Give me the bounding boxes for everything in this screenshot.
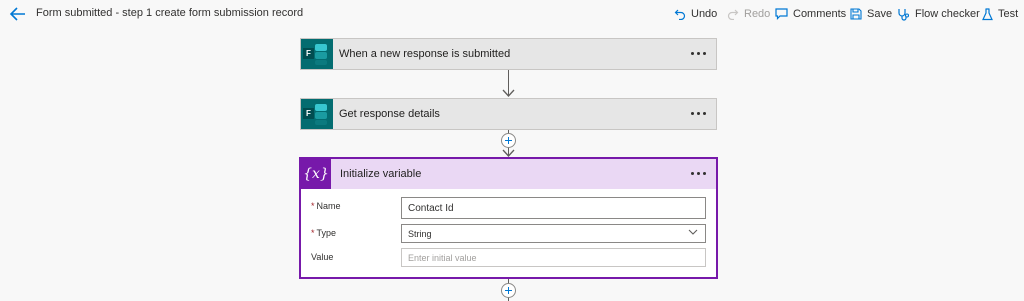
name-field-label: * Name	[311, 201, 341, 211]
type-field-label: * Type	[311, 228, 337, 238]
insert-step-button[interactable]	[501, 133, 516, 148]
required-marker: *	[311, 201, 315, 211]
more-options-icon[interactable]	[691, 52, 706, 55]
redo-button[interactable]: Redo	[727, 6, 770, 22]
comments-icon	[775, 8, 788, 20]
flow-checker-label: Flow checker	[915, 8, 980, 20]
microsoft-forms-icon: F	[301, 39, 333, 69]
comments-label: Comments	[793, 8, 847, 20]
chevron-down-icon	[688, 229, 698, 235]
save-icon	[850, 8, 862, 20]
type-value: String	[408, 228, 432, 239]
flow-title: Form submitted - step 1 create form subm…	[36, 7, 304, 19]
flask-icon	[982, 7, 993, 20]
stethoscope-icon	[898, 8, 910, 21]
undo-label: Undo	[691, 8, 718, 20]
test-button[interactable]: Test	[982, 6, 1018, 22]
trigger-title: When a new response is submitted	[339, 48, 511, 60]
test-label: Test	[998, 8, 1019, 20]
more-options-icon[interactable]	[691, 172, 706, 175]
undo-icon	[674, 9, 686, 20]
value-input[interactable]: Enter initial value	[401, 248, 706, 267]
save-label: Save	[867, 8, 893, 20]
get-response-card[interactable]: F Get response details	[300, 98, 717, 130]
value-field-label: Value	[311, 252, 334, 262]
more-options-icon[interactable]	[691, 112, 706, 115]
initialize-variable-card[interactable]: {x} Initialize variable * Name Contact Id…	[299, 157, 718, 279]
undo-button[interactable]: Undo	[674, 6, 717, 22]
arrow-down-icon	[502, 149, 515, 157]
name-input[interactable]: Contact Id	[401, 197, 706, 219]
save-button[interactable]: Save	[850, 6, 892, 22]
required-marker: *	[311, 228, 315, 238]
redo-label: Redo	[744, 8, 771, 20]
initialize-variable-title: Initialize variable	[340, 168, 422, 180]
name-value: Contact Id	[408, 202, 454, 214]
microsoft-forms-icon: F	[301, 99, 333, 129]
comments-button[interactable]: Comments	[775, 6, 846, 22]
variable-icon: {x}	[301, 159, 331, 189]
insert-step-button[interactable]	[501, 283, 516, 298]
trigger-card[interactable]: F When a new response is submitted	[300, 38, 717, 70]
get-response-title: Get response details	[339, 108, 440, 120]
command-bar: Form submitted - step 1 create form subm…	[0, 0, 1024, 28]
type-dropdown[interactable]: String	[401, 224, 706, 243]
arrow-down-icon	[502, 89, 515, 97]
value-placeholder: Enter initial value	[408, 252, 477, 263]
flow-checker-button[interactable]: Flow checker	[897, 6, 980, 22]
redo-icon	[727, 9, 739, 20]
back-arrow-icon[interactable]	[8, 5, 28, 23]
